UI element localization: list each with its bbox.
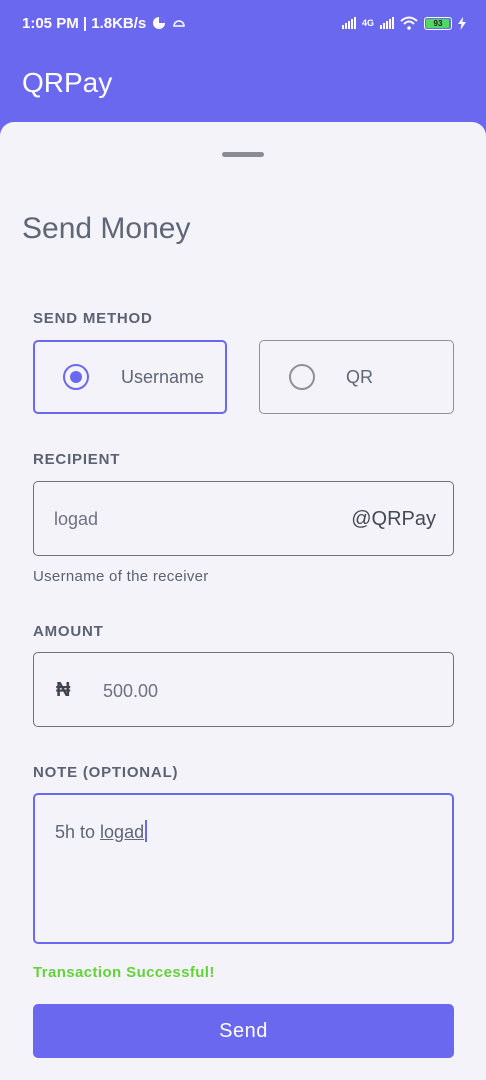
send-button[interactable]: Send: [33, 1004, 454, 1058]
method-qr-option[interactable]: QR: [259, 340, 454, 414]
send-money-sheet: Send Money SEND METHOD Username QR RECIP…: [0, 122, 486, 1080]
amount-label: AMOUNT: [33, 623, 104, 640]
note-value: 5h to logad: [55, 820, 148, 843]
app-bar: QRPay: [0, 46, 486, 120]
amount-value: 500.00: [103, 681, 159, 701]
cloud-icon: [173, 20, 186, 27]
method-username-option[interactable]: Username: [33, 340, 227, 414]
recipient-label: RECIPIENT: [33, 451, 121, 468]
note-text-underlined: logad: [100, 822, 145, 842]
signal-icon-2: [380, 17, 394, 29]
text-cursor: [145, 820, 148, 842]
charging-icon: [458, 16, 466, 30]
status-right: 4G 93: [341, 16, 466, 30]
battery-icon: 93: [424, 16, 452, 30]
method-qr-label: QR: [346, 366, 373, 387]
note-textarea[interactable]: 5h to logad: [33, 793, 454, 944]
status-time-speed: 1:05 PM | 1.8KB/s: [22, 14, 147, 32]
battery-level: 93: [433, 18, 443, 28]
amount-input[interactable]: ₦ 500.00: [33, 652, 454, 727]
recipient-value: logad: [54, 509, 99, 529]
recipient-input[interactable]: logad @QRPay: [33, 481, 454, 556]
wifi-icon: [400, 16, 418, 30]
status-left: 1:05 PM | 1.8KB/s: [22, 15, 186, 32]
network-type: 4G: [361, 18, 374, 28]
status-bar: 1:05 PM | 1.8KB/s 4G 93: [0, 0, 486, 46]
data-saver-icon: [153, 17, 166, 29]
note-text-prefix: 5h to: [55, 822, 101, 842]
send-method-label: SEND METHOD: [33, 310, 153, 327]
note-label: NOTE (OPTIONAL): [33, 764, 179, 781]
radio-unselected-icon[interactable]: [289, 364, 315, 390]
drag-handle[interactable]: [222, 152, 264, 157]
app-title: QRPay: [22, 67, 113, 98]
transaction-status: Transaction Successful!: [33, 964, 215, 981]
sheet-title: Send Money: [22, 212, 191, 245]
signal-icon: [341, 17, 356, 29]
radio-selected-icon[interactable]: [63, 364, 89, 390]
naira-currency-icon: ₦: [56, 679, 71, 701]
method-username-label: Username: [121, 366, 205, 387]
recipient-suffix: @QRPay: [351, 508, 436, 530]
recipient-helper: Username of the receiver: [33, 568, 209, 585]
